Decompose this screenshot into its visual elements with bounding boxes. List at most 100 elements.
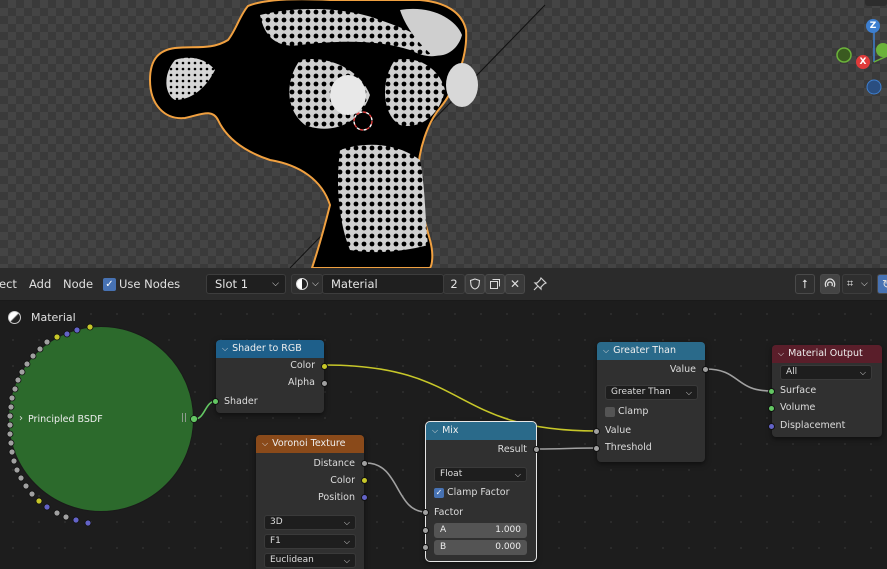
shader-to-rgb-in-shader: Shader [224, 396, 258, 407]
material-browse-button[interactable]: ⌵ [291, 274, 323, 294]
material-name-field[interactable]: Material [322, 274, 444, 294]
voronoi-out-position: Position [318, 492, 355, 503]
viewport-top-right-button[interactable] [865, 0, 887, 6]
shader-to-rgb-color-socket[interactable] [321, 363, 328, 370]
parent-node-tree-icon[interactable]: ⭡ [795, 274, 815, 294]
snap-mode-dropdown[interactable]: ⌗ ⌵ [842, 274, 872, 294]
greater-than-value-out-socket[interactable] [702, 366, 709, 373]
chevron-down-icon: ⌵ [343, 537, 350, 546]
menu-node[interactable]: Node [63, 274, 93, 294]
node-editor-header: ect Add Node ✓ Use Nodes Slot 1 ⌵ ⌵ Mate… [0, 268, 887, 301]
greater-than-header[interactable]: ⌵ Greater Than [597, 342, 705, 360]
menu-select[interactable]: ect [0, 274, 17, 294]
voronoi-out-distance: Distance [313, 458, 355, 469]
3d-viewport[interactable]: Z X [0, 0, 887, 268]
material-sphere-icon [296, 278, 308, 290]
unlink-material-close-icon[interactable]: ✕ [505, 274, 525, 294]
material-output-in-surface: Surface [780, 385, 817, 396]
chevron-down-icon[interactable]: ⌵ [778, 345, 784, 363]
principled-bsdf-sockets [6, 323, 198, 527]
shader-to-rgb-shader-socket[interactable] [212, 398, 219, 405]
mix-clamp-factor-label: Clamp Factor [447, 487, 510, 498]
chevron-down-icon: ⌵ [272, 279, 279, 289]
snap-magnet-icon[interactable] [820, 274, 840, 294]
chevron-down-icon: ⌵ [685, 388, 692, 397]
mix-node[interactable]: ⌵ Mix Result Float ⌵ ✓ Clamp Factor Factor… [422, 421, 540, 562]
mix-a-socket[interactable] [422, 527, 429, 534]
greater-than-title: Greater Than [613, 345, 676, 356]
voronoi-feature-dropdown[interactable]: F1 ⌵ [264, 534, 356, 549]
chevron-down-icon[interactable]: ⌵ [432, 422, 438, 440]
mix-factor-label: Factor [434, 507, 464, 518]
mix-b-socket[interactable] [422, 544, 429, 551]
shader-to-rgb-out-color: Color [290, 360, 315, 371]
viewport-scene [148, 0, 887, 268]
snap-grid-icon: ⌗ [847, 277, 854, 290]
material-output-node[interactable]: ⌵ Material Output All ⌵ Surface Volume Dis… [768, 345, 882, 437]
chevron-down-icon: ⌵ [514, 470, 521, 479]
greater-than-clamp-checkbox[interactable] [605, 407, 615, 417]
material-user-count[interactable]: 2 [443, 274, 465, 294]
use-nodes-checkbox[interactable]: ✓ [103, 278, 116, 291]
voronoi-distance-socket[interactable] [361, 460, 368, 467]
greater-than-node[interactable]: ⌵ Greater Than Value Greater Than ⌵ Clamp … [593, 342, 709, 462]
chevron-down-icon: ⌵ [861, 279, 868, 289]
voronoi-texture-node[interactable]: ⌵ Voronoi Texture Distance Color Position… [256, 435, 368, 569]
material-output-volume-socket[interactable] [768, 405, 775, 412]
slot-value: Slot 1 [215, 277, 249, 291]
mix-a-field[interactable]: A 1.000 [434, 523, 527, 538]
chevron-down-icon: ⌵ [343, 556, 350, 565]
greater-than-threshold-socket[interactable] [593, 445, 600, 452]
mix-clamp-factor-checkbox[interactable]: ✓ [434, 488, 444, 498]
material-output-title: Material Output [788, 348, 863, 359]
greater-than-value-in-socket[interactable] [593, 428, 600, 435]
gizmo-x-axis-icon[interactable]: X [856, 55, 870, 69]
mix-b-field[interactable]: B 0.000 [434, 540, 527, 555]
greater-than-in-value: Value [605, 425, 632, 436]
suzanne-mesh [148, 0, 478, 268]
voronoi-texture-title: Voronoi Texture [272, 438, 346, 449]
chevron-down-icon[interactable]: ⌵ [262, 435, 268, 453]
mix-header[interactable]: ⌵ Mix [426, 422, 536, 440]
shader-to-rgb-out-alpha: Alpha [287, 377, 315, 388]
chevron-down-icon: ⌵ [312, 279, 319, 289]
greater-than-out-value: Value [669, 364, 696, 375]
voronoi-dimensions-dropdown[interactable]: 3D ⌵ [264, 515, 356, 530]
node-editor-canvas[interactable]: Material › Principled BSDF || ⌵ Shader t… [0, 301, 887, 569]
shader-to-rgb-node[interactable]: ⌵ Shader to RGB Color Alpha Shader [212, 340, 328, 413]
fake-user-shield-icon[interactable] [465, 274, 485, 294]
slot-dropdown[interactable]: Slot 1 ⌵ [206, 274, 286, 294]
chevron-down-icon[interactable]: ⌵ [603, 342, 609, 360]
chevron-down-icon: ⌵ [343, 518, 350, 527]
mix-title: Mix [442, 425, 459, 436]
voronoi-color-socket[interactable] [361, 477, 368, 484]
greater-than-clamp-label: Clamp [618, 406, 649, 417]
pin-icon[interactable] [532, 276, 548, 292]
voronoi-metric-dropdown[interactable]: Euclidean ⌵ [264, 553, 356, 568]
mix-data-type-dropdown[interactable]: Float ⌵ [434, 467, 527, 482]
voronoi-out-color: Color [330, 475, 355, 486]
material-output-in-displacement: Displacement [780, 420, 846, 431]
material-output-header[interactable]: ⌵ Material Output [772, 345, 882, 363]
shader-to-rgb-alpha-socket[interactable] [321, 380, 328, 387]
overlay-toggle-icon[interactable]: ↻ [877, 274, 887, 294]
shader-to-rgb-header[interactable]: ⌵ Shader to RGB [216, 340, 324, 358]
duplicate-material-icon[interactable] [485, 274, 505, 294]
chevron-down-icon[interactable]: ⌵ [222, 340, 228, 358]
material-output-target-dropdown[interactable]: All ⌵ [780, 365, 872, 380]
chevron-down-icon: ⌵ [859, 368, 866, 377]
mix-factor-socket[interactable] [422, 509, 429, 516]
mix-result-socket[interactable] [533, 446, 540, 453]
material-name-text: Material [331, 277, 378, 291]
shader-to-rgb-title: Shader to RGB [232, 343, 302, 354]
material-output-in-volume: Volume [780, 402, 816, 413]
material-output-displacement-socket[interactable] [768, 423, 775, 430]
menu-add[interactable]: Add [29, 274, 51, 294]
voronoi-texture-header[interactable]: ⌵ Voronoi Texture [256, 435, 364, 453]
gizmo-z-axis-icon[interactable]: Z [866, 19, 880, 33]
voronoi-position-socket[interactable] [361, 494, 368, 501]
mix-out-result: Result [497, 444, 527, 455]
use-nodes-label: Use Nodes [119, 277, 181, 291]
greater-than-operation-dropdown[interactable]: Greater Than ⌵ [605, 385, 698, 400]
material-output-surface-socket[interactable] [768, 388, 775, 395]
